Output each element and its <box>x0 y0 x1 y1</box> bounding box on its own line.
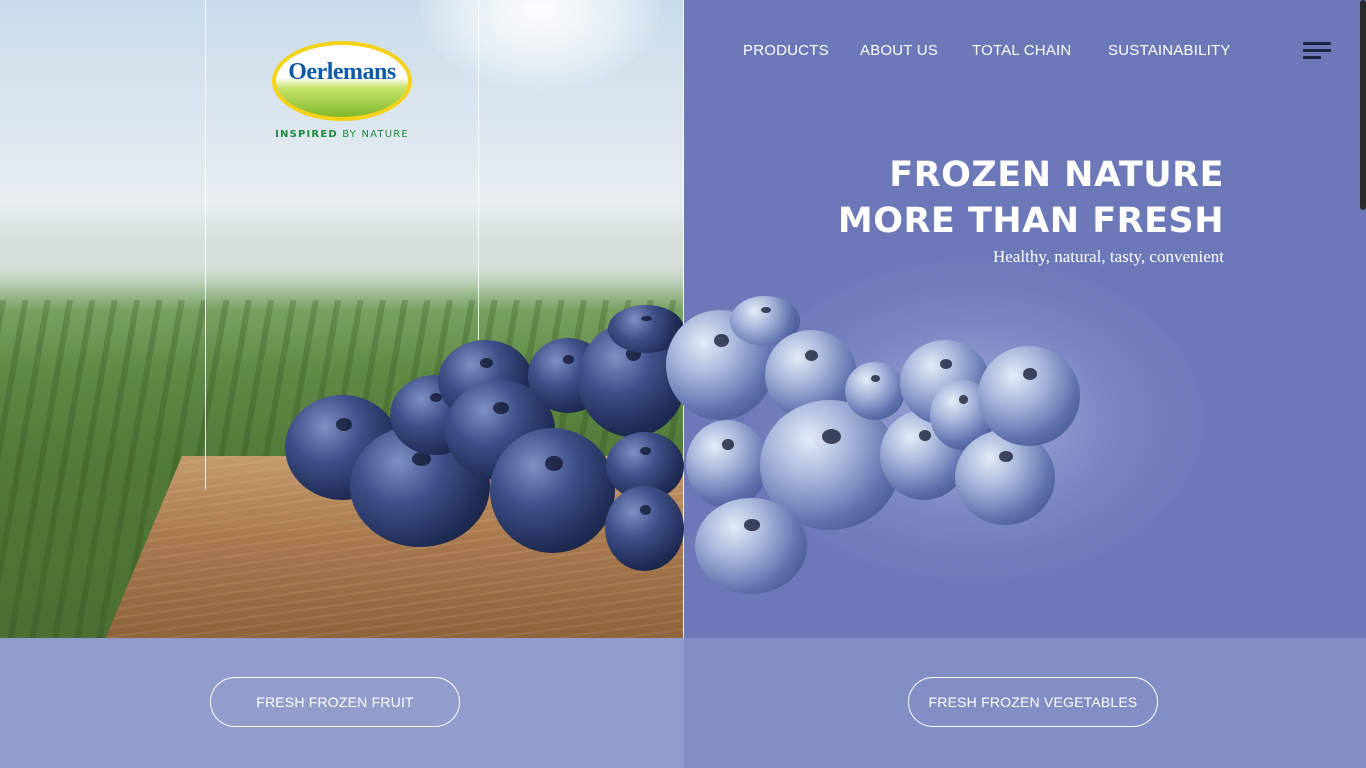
menu-bar <box>1303 56 1321 59</box>
frozen-blueberry <box>695 498 807 594</box>
menu-bar <box>1303 42 1331 45</box>
hamburger-menu-icon[interactable] <box>1303 42 1333 62</box>
divider-line <box>478 0 479 340</box>
fresh-frozen-fruit-button[interactable]: FRESH FROZEN FRUIT <box>210 677 460 727</box>
scrollbar[interactable] <box>1360 0 1366 210</box>
logo-tagline: INSPIRED BY NATURE <box>272 129 412 140</box>
menu-bar <box>1303 49 1331 52</box>
hero-subtitle: Healthy, natural, tasty, convenient <box>993 247 1224 266</box>
horizon-haze <box>0 220 684 310</box>
brand-logo[interactable]: Oerlemans INSPIRED BY NATURE <box>272 41 412 143</box>
nav-item-products[interactable]: PRODUCTS <box>743 42 829 59</box>
blueberry <box>605 486 684 571</box>
frozen-blueberry <box>686 420 768 508</box>
logo-wordmark: Oerlemans <box>288 59 396 85</box>
blueberry <box>490 428 615 553</box>
frozen-blueberry <box>978 346 1080 446</box>
sky-glow <box>420 0 660 90</box>
hero-headline-line1: FROZEN NATURE <box>889 155 1224 195</box>
divider-line <box>205 0 206 490</box>
logo-tagline-rest: BY NATURE <box>342 129 409 140</box>
nav-item-total-chain[interactable]: TOTAL CHAIN <box>972 42 1071 59</box>
hero-headline: FROZEN NATURE MORE THAN FRESH <box>838 152 1224 244</box>
hero-headline-line2: MORE THAN FRESH <box>837 201 1224 241</box>
logo-tagline-bold: INSPIRED <box>275 129 338 140</box>
nav-item-about-us[interactable]: ABOUT US <box>860 42 938 59</box>
nav-item-sustainability[interactable]: SUSTAINABILITY <box>1108 42 1231 59</box>
fresh-frozen-vegetables-button[interactable]: FRESH FROZEN VEGETABLES <box>908 677 1158 727</box>
frozen-blueberry <box>845 362 905 420</box>
